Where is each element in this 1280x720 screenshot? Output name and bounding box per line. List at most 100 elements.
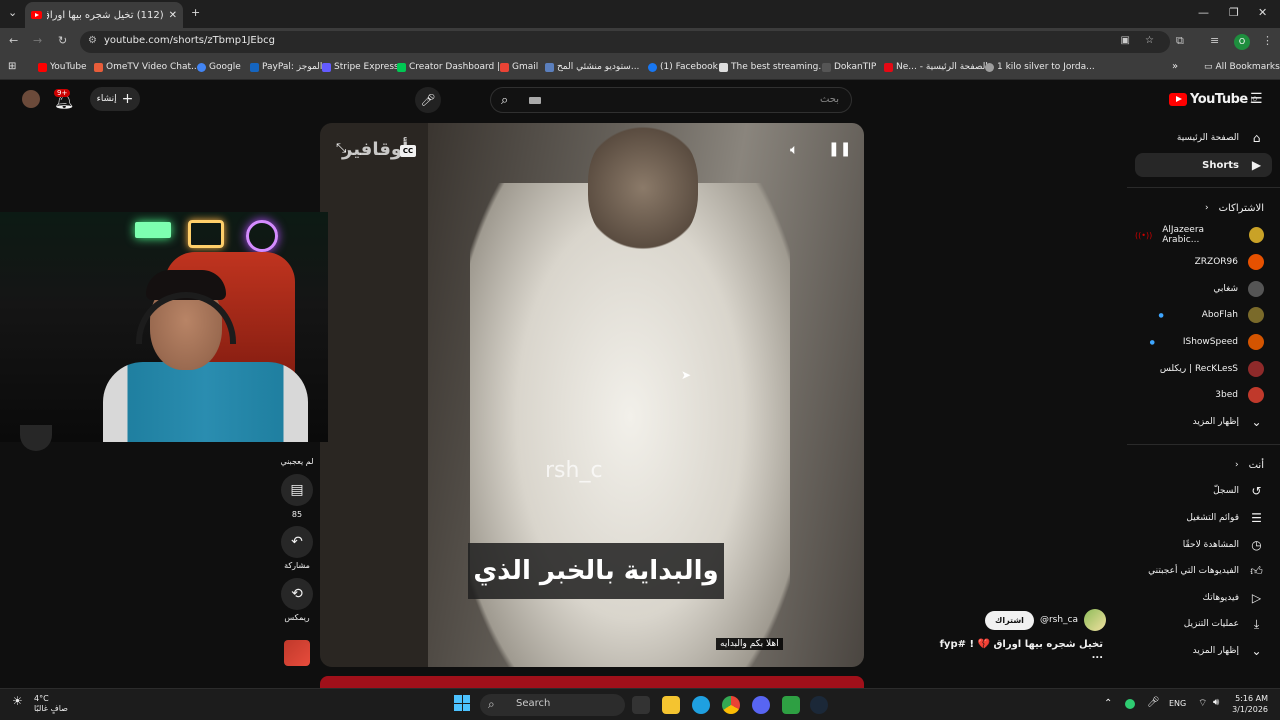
language-indicator[interactable]: ENG	[1169, 699, 1186, 708]
account-avatar[interactable]	[22, 90, 40, 108]
channel-avatar[interactable]	[1084, 609, 1106, 631]
all-bookmarks-folder[interactable]: ▭ All Bookmarks	[1204, 62, 1280, 72]
bookmark-favicon-icon	[985, 62, 994, 72]
subscriptions-heading[interactable]: › الاشتراكات	[1135, 196, 1272, 220]
new-tab-icon[interactable]: +	[191, 6, 200, 19]
sidebar-item-home[interactable]: الصفحة الرئيسية ⌂	[1135, 126, 1272, 150]
bookmark-paypal[interactable]: PayPal: الموجز	[250, 62, 322, 72]
system-clock[interactable]: 5:16 AM 3/1/2026	[1232, 693, 1268, 715]
subscription-name: AboFlah	[1201, 310, 1238, 320]
sidebar-item-subscription[interactable]: ● AboFlah	[1135, 303, 1272, 327]
windows-taskbar: ☀ 4°C صافٍ غالبًا ⌕ Search ⌃ 🎤︎ ENG ⌔ 🔊︎…	[0, 688, 1280, 720]
tab-close-icon[interactable]: ✕	[169, 10, 177, 21]
remix-button[interactable]: ⟲	[281, 578, 313, 610]
play-icon: ▷	[1251, 591, 1262, 605]
extensions-icon[interactable]: ⧉	[1176, 34, 1184, 48]
sidebar-item-subscription[interactable]: ZRZOR96	[1135, 250, 1272, 274]
edge-icon[interactable]	[692, 696, 710, 714]
minimize-icon[interactable]: —	[1198, 6, 1209, 19]
sidebar-item-your-videos[interactable]: فيديوهاتك ▷	[1135, 586, 1272, 610]
discord-icon[interactable]	[752, 696, 770, 714]
comments-button[interactable]: ▤	[281, 474, 313, 506]
fullscreen-icon[interactable]: ⤡	[336, 141, 346, 156]
bookmark-label: (1) Facebook	[660, 62, 718, 72]
steam-icon[interactable]	[810, 696, 828, 714]
sidebar-item-history[interactable]: السجلّ ↺	[1135, 479, 1272, 503]
profile-avatar[interactable]: O	[1234, 34, 1250, 50]
sidebar-item-subscription[interactable]: 3bed	[1135, 383, 1272, 407]
tab-search-icon[interactable]: ⌄	[8, 6, 17, 19]
cast-icon[interactable]: ▣	[1121, 35, 1130, 46]
forward-icon[interactable]: →	[33, 34, 42, 47]
bookmark-silver[interactable]: 1 kilo silver to Jorda...	[985, 62, 1095, 72]
file-explorer-icon[interactable]	[662, 696, 680, 714]
bookmark-streaming[interactable]: The best streaming...	[719, 62, 827, 72]
sound-thumbnail[interactable]	[284, 640, 310, 666]
sidebar-item-subscription[interactable]: ((•)) AlJazeera Arabic...	[1135, 223, 1272, 247]
captions-button[interactable]: CC	[400, 145, 416, 157]
sidebar-item-subscription[interactable]: ريكلس | RecKLesS	[1135, 357, 1272, 381]
search-icon[interactable]: ⌕	[501, 93, 508, 108]
sidebar-item-liked-videos[interactable]: الفيديوهات التي أعجبتني 👍︎	[1135, 559, 1272, 583]
youtube-logo[interactable]: YouTube JO	[1169, 92, 1257, 107]
address-bar[interactable]: ⚙ youtube.com/shorts/zTbmp1JEbcg ▣ ☆	[80, 31, 1170, 53]
sidebar-item-playlists[interactable]: قوائم التشغيل ☰	[1135, 506, 1272, 530]
bookmark-facebook[interactable]: (1) Facebook	[648, 62, 718, 72]
chrome-icon[interactable]	[722, 696, 740, 714]
weather-widget[interactable]: ☀ 4°C صافٍ غالبًا	[12, 694, 68, 714]
tray-overflow-icon[interactable]: ⌃	[1104, 698, 1112, 709]
bookmark-google[interactable]: Google	[197, 62, 241, 72]
microphone-icon[interactable]: 🎤︎	[1147, 697, 1160, 708]
bookmark-youtube[interactable]: YouTube	[38, 62, 87, 72]
reload-icon[interactable]: ↻	[58, 34, 67, 47]
sidebar-item-downloads[interactable]: عمليات التنزيل ⤓	[1135, 612, 1272, 636]
task-view-icon[interactable]	[632, 696, 650, 714]
taskbar-search[interactable]: ⌕ Search	[480, 694, 625, 716]
search-input[interactable]: ⌕ بحث	[490, 87, 852, 113]
bookmark-creator-dashboard[interactable]: Creator Dashboard |...	[397, 62, 509, 72]
apps-grid-icon[interactable]: ⊞	[8, 61, 16, 72]
speaker-icon[interactable]: 🔊︎	[1213, 697, 1219, 708]
app-icon[interactable]	[782, 696, 800, 714]
show-more-subscriptions[interactable]: إظهار المزيد ⌄	[1135, 410, 1272, 434]
keyboard-icon[interactable]	[529, 97, 541, 104]
back-icon[interactable]: ←	[9, 34, 18, 47]
hamburger-menu-icon[interactable]: ☰	[1250, 91, 1263, 107]
show-more-you[interactable]: إظهار المزيد ⌄	[1135, 639, 1272, 663]
browser-tab-active[interactable]: (112) تخيل شجره بيها اوراق 💔 ✕	[25, 2, 183, 28]
bookmark-dokantip[interactable]: DokanTIP	[822, 62, 876, 72]
bookmark-stripe[interactable]: Stripe Express	[322, 62, 399, 72]
create-button[interactable]: إنشاء +	[90, 87, 140, 111]
volume-icon[interactable]: 🔈︎	[790, 142, 798, 158]
bookmark-gmail[interactable]: Gmail	[500, 62, 538, 72]
tray-app-icon[interactable]	[1125, 699, 1135, 709]
bookmark-netflix[interactable]: Ne... - الصفحة الرئيسية	[884, 62, 988, 72]
site-info-icon[interactable]: ⚙	[88, 35, 97, 46]
wifi-icon[interactable]: ⌔	[1198, 697, 1207, 710]
windows-start-icon[interactable]	[454, 695, 470, 711]
channel-handle[interactable]: @rsh_ca	[1040, 615, 1078, 625]
restore-icon[interactable]: ❐	[1229, 6, 1239, 19]
close-window-icon[interactable]: ✕	[1258, 6, 1267, 19]
like-button[interactable]	[20, 425, 52, 451]
bookmark-studio[interactable]: ستوديو منشئي المح...	[545, 62, 639, 72]
sidebar-item-shorts[interactable]: Shorts ▶	[1135, 153, 1272, 177]
shorts-video-player[interactable]: أوقافير ⤡ CC 🔈︎ ❚❚ rsh_c والبداية بالخبر…	[320, 123, 864, 667]
sidebar-item-watch-later[interactable]: المشاهدة لاحقًا ◷	[1135, 533, 1272, 557]
subscribe-button[interactable]: اشتراك	[985, 610, 1034, 630]
share-button[interactable]: ↶	[281, 526, 313, 558]
chrome-menu-icon[interactable]: ⋮	[1262, 34, 1273, 47]
browser-toolbar: ← → ↻ ⚙ youtube.com/shorts/zTbmp1JEbcg ▣…	[0, 28, 1280, 56]
sidebar-item-subscription[interactable]: ● IShowSpeed	[1135, 330, 1272, 354]
voice-search-icon[interactable]: 🎤︎	[415, 87, 441, 113]
more-bookmarks-icon[interactable]: »	[1172, 61, 1178, 72]
bookmark-ometv[interactable]: OmeTV Video Chat...	[94, 62, 200, 72]
pause-icon[interactable]: ❚❚	[828, 141, 851, 157]
bookmark-favicon-icon	[648, 62, 657, 72]
media-controls-icon[interactable]: ≡	[1210, 34, 1219, 47]
sidebar-item-subscription[interactable]: شغابي	[1135, 277, 1272, 301]
you-heading[interactable]: › أنت	[1135, 453, 1272, 477]
chevron-down-icon: ⌄	[1251, 644, 1262, 658]
bookmark-favicon-icon	[397, 62, 406, 72]
bookmark-star-icon[interactable]: ☆	[1145, 35, 1154, 46]
